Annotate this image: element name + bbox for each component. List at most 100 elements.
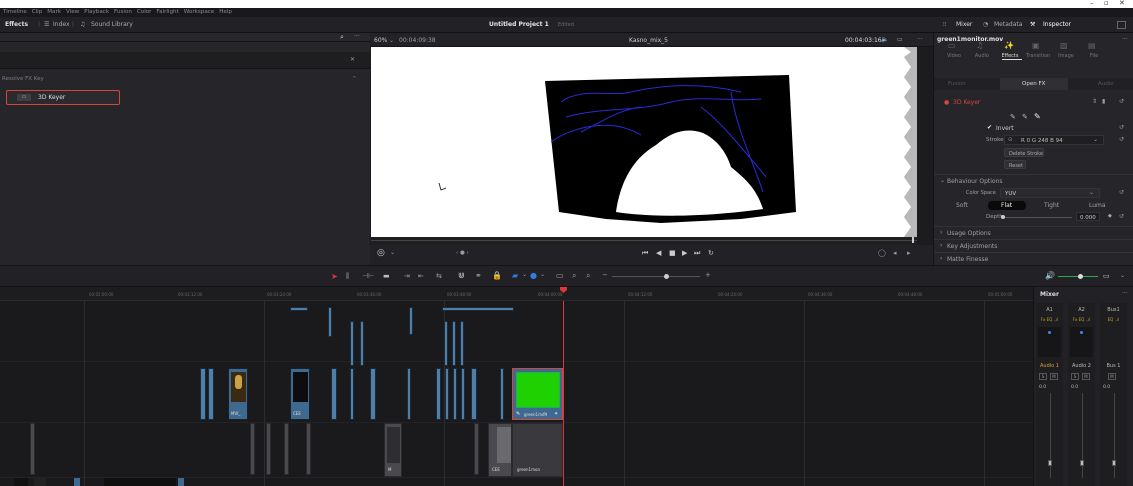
volume-icon[interactable]: 🔊 — [1045, 271, 1055, 280]
effects-tab-icon[interactable]: ✨ — [1004, 41, 1014, 50]
menu-color[interactable]: Color — [137, 8, 152, 17]
timeline-clip[interactable] — [331, 368, 337, 420]
menu-workspace[interactable]: Workspace — [184, 8, 215, 17]
mute-button[interactable]: M — [1108, 373, 1116, 380]
viewer-options-icon[interactable]: ··· — [917, 36, 923, 43]
reset-depth-icon[interactable]: ↺ — [1119, 213, 1124, 220]
blade-tool-icon[interactable]: ▬ — [383, 272, 390, 280]
keyframe-icon[interactable]: ◆ — [1108, 213, 1112, 219]
timeline-clip[interactable] — [306, 423, 311, 475]
timeline-clip-m[interactable]: M — [384, 423, 402, 477]
insert-clip-icon[interactable]: ⇥ — [404, 272, 410, 280]
timeline-clip[interactable] — [407, 368, 411, 420]
playhead-line[interactable] — [563, 301, 564, 486]
marker-chevron-icon[interactable]: ⌄ — [540, 271, 545, 278]
meter-chevron-icon[interactable]: ⌄ — [1120, 272, 1125, 279]
inspector-toggle[interactable]: Inspector — [1043, 21, 1071, 28]
viewer-mode-icon[interactable]: ▭ — [897, 36, 903, 43]
effect-item-3d-keyer[interactable]: ▭ 3D Keyer — [6, 90, 120, 105]
channel-fader[interactable] — [1112, 460, 1116, 466]
clear-search-icon[interactable]: ✕ — [350, 56, 355, 63]
timeline-clip[interactable] — [30, 423, 35, 475]
mark-in-button[interactable]: ◯ — [878, 249, 886, 257]
more-options-icon[interactable]: ··· — [354, 33, 360, 40]
timeline-clip[interactable] — [284, 423, 289, 475]
timeline-clip[interactable] — [370, 368, 376, 420]
menu-timeline[interactable]: Timeline — [3, 8, 27, 17]
selection-tool-icon[interactable]: ➤ — [331, 272, 338, 281]
key-adjustments-header[interactable]: Key Adjustments — [947, 243, 997, 250]
loop-icon[interactable]: ↻ — [708, 249, 714, 257]
depth-slider-track[interactable] — [1002, 217, 1072, 218]
subtab-fusion[interactable]: Fusion — [948, 81, 966, 87]
volume-slider-handle[interactable] — [1078, 274, 1083, 279]
stroke-field[interactable]: ⊙ R 0 G 248 B 94 ⌄ — [1004, 135, 1104, 145]
zoom-chevron-icon[interactable]: ⌄ — [389, 37, 394, 44]
restore-button[interactable]: ▫ — [1104, 0, 1109, 7]
collapse-chevron-icon[interactable]: ^ — [352, 75, 357, 84]
zoom-out-icon[interactable]: − — [602, 271, 608, 279]
softness-flat-selected[interactable]: Flat — [988, 201, 1026, 210]
dynamic-trim-icon[interactable]: ⊣⊢ — [362, 272, 374, 280]
sound-library-toggle[interactable]: Sound Library — [91, 21, 133, 28]
tab-file[interactable]: File — [1082, 53, 1106, 59]
mixer-toggle[interactable]: Mixer — [956, 21, 972, 28]
effects-toggle[interactable]: Effects — [5, 21, 28, 28]
zoom-slider-handle[interactable] — [664, 274, 669, 279]
tab-image[interactable]: Image — [1054, 53, 1078, 59]
menu-view[interactable]: View — [66, 8, 79, 17]
softness-soft[interactable]: Soft — [956, 202, 968, 209]
channel-fader[interactable] — [1080, 460, 1084, 466]
trim-tool-icon[interactable]: ⫼ — [346, 272, 349, 281]
timeline-clip[interactable] — [471, 368, 477, 420]
layout-button[interactable] — [1117, 21, 1126, 29]
replace-clip-icon[interactable]: ⇆ — [436, 272, 442, 280]
key-adjustments-chevron-icon[interactable]: › — [940, 242, 942, 249]
mixer-options-icon[interactable]: ··· — [1122, 290, 1128, 297]
subtab-audio[interactable]: Audio — [1098, 81, 1114, 87]
timeline-clip[interactable] — [461, 368, 465, 420]
timeline-clip[interactable] — [442, 307, 514, 311]
timeline-ruler[interactable]: 00:02:00:00 00:03:12:00 00:03:24:00 00:0… — [0, 287, 1033, 301]
full-zoom-icon[interactable]: ▭ — [556, 271, 564, 280]
menu-help[interactable]: Help — [219, 8, 232, 17]
marker-icon[interactable]: ● — [530, 271, 537, 280]
timeline-clip-green-lower[interactable]: green1mon — [512, 423, 563, 477]
go-to-start-icon[interactable]: ⏮ — [642, 249, 648, 258]
video-tab-icon[interactable]: ▭ — [948, 41, 956, 50]
close-button[interactable]: ✕ — [1119, 0, 1125, 7]
timeline-clip-mvi[interactable]: MVI_ — [228, 368, 248, 420]
channel-fx[interactable]: EQ ..ıl — [1100, 317, 1127, 322]
viewer-canvas[interactable] — [371, 47, 917, 237]
timeline-clip-cee-lower[interactable]: CEE — [488, 423, 512, 477]
detail-zoom-icon[interactable]: ⌕ — [572, 271, 576, 281]
tab-video[interactable]: Video — [942, 53, 966, 59]
effect-name[interactable]: 3D Keyer — [953, 99, 980, 106]
pick-key-icon[interactable]: ✎ — [1010, 113, 1016, 121]
behaviour-chevron-icon[interactable]: ⌄ — [940, 177, 945, 184]
pick-add-icon[interactable]: ✎ — [1022, 113, 1028, 121]
reset-invert-icon[interactable]: ↺ — [1119, 124, 1124, 131]
effect-enable-icon[interactable]: ● — [944, 99, 949, 106]
jog-control[interactable]: ‹ ● › — [456, 250, 469, 256]
delete-effect-icon[interactable]: ▮ — [1102, 98, 1105, 105]
timeline-clip[interactable] — [200, 368, 206, 420]
mark-in-icon[interactable]: ◂ — [893, 249, 897, 257]
timeline-clip[interactable] — [409, 307, 413, 335]
metadata-icon[interactable]: ◔ — [983, 21, 988, 28]
usage-options-header[interactable]: Usage Options — [947, 230, 991, 237]
timeline-clip[interactable] — [328, 307, 332, 337]
depth-input[interactable]: 0.000 — [1076, 212, 1100, 221]
zoom-in-icon[interactable]: + — [705, 271, 711, 279]
effects-search-bar[interactable]: ✕ — [0, 52, 370, 69]
timeline-clip[interactable] — [360, 321, 364, 366]
audio-monitor-icon[interactable]: 🔈 — [881, 36, 888, 43]
inspector-icon[interactable]: ⚒ — [1030, 21, 1035, 28]
timeline-clip[interactable] — [74, 478, 80, 486]
search-icon[interactable]: ⌕ — [340, 33, 344, 42]
music-icon[interactable]: ♫ — [80, 21, 85, 28]
clip-chevron-icon[interactable]: ⌄ — [658, 37, 663, 44]
timeline-clip[interactable] — [500, 368, 504, 420]
pick-subtract-icon[interactable]: ✎ — [1034, 112, 1041, 121]
timeline-clip[interactable] — [445, 368, 449, 420]
